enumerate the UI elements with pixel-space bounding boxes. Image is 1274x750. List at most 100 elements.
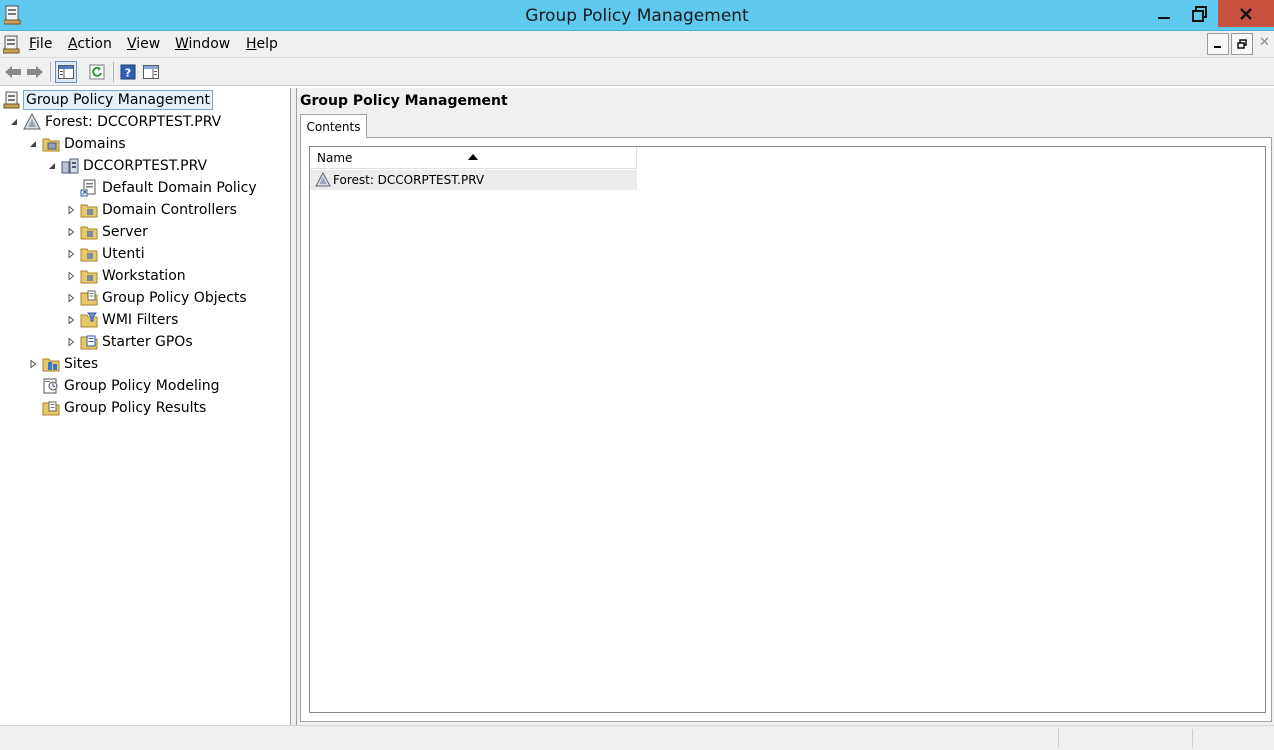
tree-item-label: Group Policy Management <box>23 90 214 110</box>
show-hide-tree-button[interactable] <box>55 61 77 83</box>
help-button[interactable]: ? <box>117 61 139 83</box>
tree-item-label: Group Policy Results <box>64 400 207 416</box>
tree-item-label: Sites <box>64 356 99 372</box>
forest-icon <box>23 113 41 131</box>
close-icon <box>1240 7 1252 20</box>
tree-item-group-policy-management[interactable]: Group Policy Management <box>3 89 214 111</box>
details-pane: Group Policy Management Contents Name Fo… <box>297 88 1274 725</box>
tree-item-default-domain-policy[interactable]: Default Domain Policy <box>80 177 259 199</box>
details-heading: Group Policy Management <box>300 93 508 109</box>
tree-item-group-policy-results[interactable]: Group Policy Results <box>42 397 208 419</box>
menu-bar: File Action View Window Help ✕ <box>0 31 1274 58</box>
child-minimize-button[interactable] <box>1207 33 1229 55</box>
column-header-name[interactable]: Name <box>310 147 637 169</box>
menu-window[interactable]: Window <box>175 36 230 52</box>
sites-icon <box>42 355 60 373</box>
status-bar <box>0 725 1274 750</box>
collapsed-triangle-icon[interactable] <box>66 315 76 325</box>
results-icon <box>42 399 60 417</box>
tree-item-domain[interactable]: DCCORPTEST.PRV <box>47 155 209 177</box>
forward-arrow-icon <box>27 66 43 78</box>
menu-file[interactable]: File <box>29 36 52 52</box>
column-header-label: Name <box>317 151 353 165</box>
window-title: Group Policy Management <box>525 6 749 26</box>
tree-item-domain-controllers[interactable]: Domain Controllers <box>66 199 239 221</box>
restore-icon <box>1237 39 1247 49</box>
gpmc-console-icon <box>3 91 21 109</box>
tree-item-group-policy-objects[interactable]: Group Policy Objects <box>66 287 249 309</box>
collapsed-triangle-icon[interactable] <box>66 205 76 215</box>
collapsed-triangle-icon[interactable] <box>66 337 76 347</box>
back-arrow-icon <box>5 66 21 78</box>
svg-text:?: ? <box>125 67 131 80</box>
toolbar-separator <box>113 62 114 82</box>
tree-item-wmi-filters[interactable]: WMI Filters <box>66 309 180 331</box>
menu-view[interactable]: View <box>127 36 160 52</box>
tree-item-label: Group Policy Modeling <box>64 378 220 394</box>
title-bar: Group Policy Management <box>0 0 1274 31</box>
tree-item-label: Group Policy Objects <box>102 290 247 306</box>
tree-item-group-policy-modeling[interactable]: Group Policy Modeling <box>42 375 221 397</box>
ou-folder-icon <box>80 267 98 285</box>
menu-action[interactable]: Action <box>68 36 112 52</box>
close-button[interactable] <box>1218 0 1274 27</box>
toolbar: ? <box>0 58 1274 86</box>
back-button[interactable] <box>2 61 24 83</box>
tree-item-label: Default Domain Policy <box>102 180 257 196</box>
ou-folder-icon <box>80 223 98 241</box>
tree-item-server[interactable]: Server <box>66 221 150 243</box>
sort-ascending-icon <box>468 149 478 163</box>
console-tree: Group Policy Management Forest: DCCORPTE… <box>0 88 291 725</box>
collapsed-triangle-icon[interactable] <box>66 249 76 259</box>
minimize-button[interactable] <box>1146 0 1182 27</box>
starter-gpo-folder-icon <box>80 333 98 351</box>
list-item[interactable]: Forest: DCCORPTEST.PRV <box>310 170 637 190</box>
tree-item-label: Forest: DCCORPTEST.PRV <box>45 114 222 130</box>
collapsed-triangle-icon[interactable] <box>66 293 76 303</box>
forward-button[interactable] <box>24 61 46 83</box>
tab-panel-contents: Name Forest: DCCORPTEST.PRV <box>300 137 1272 722</box>
child-restore-button[interactable] <box>1231 33 1253 55</box>
wmi-filter-folder-icon <box>80 311 98 329</box>
tree-item-label: Server <box>102 224 148 240</box>
restore-button[interactable] <box>1184 0 1216 27</box>
tree-item-label: WMI Filters <box>102 312 179 328</box>
restore-icon <box>1192 5 1207 22</box>
expanded-triangle-icon[interactable] <box>9 117 19 127</box>
menu-help[interactable]: Help <box>246 36 278 52</box>
refresh-icon <box>89 64 105 80</box>
tab-contents[interactable]: Contents <box>300 114 367 138</box>
tree-item-label: Workstation <box>102 268 186 284</box>
expanded-triangle-icon[interactable] <box>28 139 38 149</box>
tree-item-label: Domains <box>64 136 126 152</box>
toolbar-separator <box>50 62 51 82</box>
tree-item-label: Utenti <box>102 246 145 262</box>
status-separator <box>1192 729 1193 748</box>
minimize-icon <box>1158 16 1170 19</box>
child-close-icon[interactable]: ✕ <box>1259 35 1270 50</box>
gpo-link-icon <box>80 179 98 197</box>
tree-item-label: Starter GPOs <box>102 334 193 350</box>
system-menu-icon[interactable] <box>2 35 21 54</box>
show-hide-tree-icon <box>58 65 74 79</box>
expanded-triangle-icon[interactable] <box>47 161 57 171</box>
domain-icon <box>61 157 79 175</box>
minimize-icon <box>1214 46 1221 48</box>
show-hide-action-pane-button[interactable] <box>140 61 162 83</box>
contents-list[interactable]: Name Forest: DCCORPTEST.PRV <box>309 146 1266 713</box>
collapsed-triangle-icon[interactable] <box>66 227 76 237</box>
tree-item-domains[interactable]: Domains <box>28 133 128 155</box>
refresh-button[interactable] <box>86 61 108 83</box>
gpo-container-icon <box>80 289 98 307</box>
tree-item-label: Domain Controllers <box>102 202 237 218</box>
ou-folder-icon <box>80 201 98 219</box>
tree-item-sites[interactable]: Sites <box>28 353 100 375</box>
tree-item-forest[interactable]: Forest: DCCORPTEST.PRV <box>9 111 223 133</box>
show-hide-action-pane-icon <box>143 65 159 79</box>
collapsed-triangle-icon[interactable] <box>66 271 76 281</box>
tree-item-workstation[interactable]: Workstation <box>66 265 188 287</box>
collapsed-triangle-icon[interactable] <box>28 359 38 369</box>
modeling-icon <box>42 377 60 395</box>
tree-item-utenti[interactable]: Utenti <box>66 243 147 265</box>
tree-item-starter-gpos[interactable]: Starter GPOs <box>66 331 195 353</box>
